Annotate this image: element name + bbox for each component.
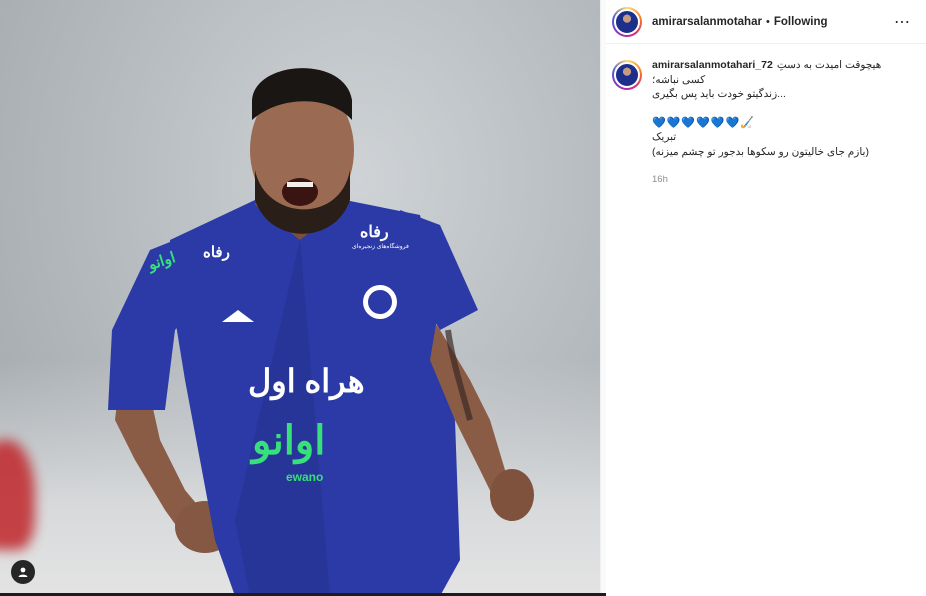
caption-line-4: تبریک	[652, 131, 677, 143]
jersey-main-logo: اوانو	[252, 419, 326, 463]
jersey-top-sponsor: رفاه	[360, 224, 389, 241]
post-caption: amirarsalanmotahari_72 هیچوقت امیدت به د…	[606, 58, 926, 188]
user-icon	[18, 567, 28, 577]
post-timestamp[interactable]: 16h	[652, 173, 890, 188]
jersey-top-sub: فروشگاه‌های زنجیره‌ای	[352, 244, 409, 250]
separator-dot: •	[766, 15, 770, 28]
more-options-icon[interactable]: ⋯	[894, 12, 910, 32]
post-photo[interactable]: رفاه فروشگاه‌های زنجیره‌ای رفاه هراه اول…	[0, 0, 600, 596]
caption-line-5: (بازم جای خالیتون رو سکوها بدجور تو چشم …	[652, 145, 869, 158]
jersey-brand: ewano	[286, 470, 324, 484]
caption-username[interactable]: amirarsalanmotahari_72	[652, 58, 773, 73]
author-username[interactable]: amirarsalanmotahari_	[652, 16, 762, 28]
jersey-main-sponsor: هراه اول	[248, 363, 365, 399]
caption-avatar[interactable]	[612, 60, 642, 90]
following-button[interactable]: Following	[774, 16, 828, 28]
caption-line-1: هیچوقت امیدت به دستِ	[776, 59, 882, 71]
tagged-users-button[interactable]	[11, 560, 35, 584]
caption-line-3: ...زندگیتو خودت باید پس بگیری	[652, 88, 786, 100]
caption-hearts: 💙💙💙💙💙💙🏑	[652, 116, 755, 129]
caption-line-2: کسی نباشه؛	[652, 73, 706, 86]
player-illustration	[108, 68, 534, 596]
post-header: amirarsalanmotahari_ • Following ⋯	[606, 0, 926, 44]
author-avatar[interactable]	[612, 6, 642, 37]
caption-text: amirarsalanmotahari_72 هیچوقت امیدت به د…	[652, 58, 890, 188]
jersey-left-sponsor: رفاه	[203, 244, 230, 261]
